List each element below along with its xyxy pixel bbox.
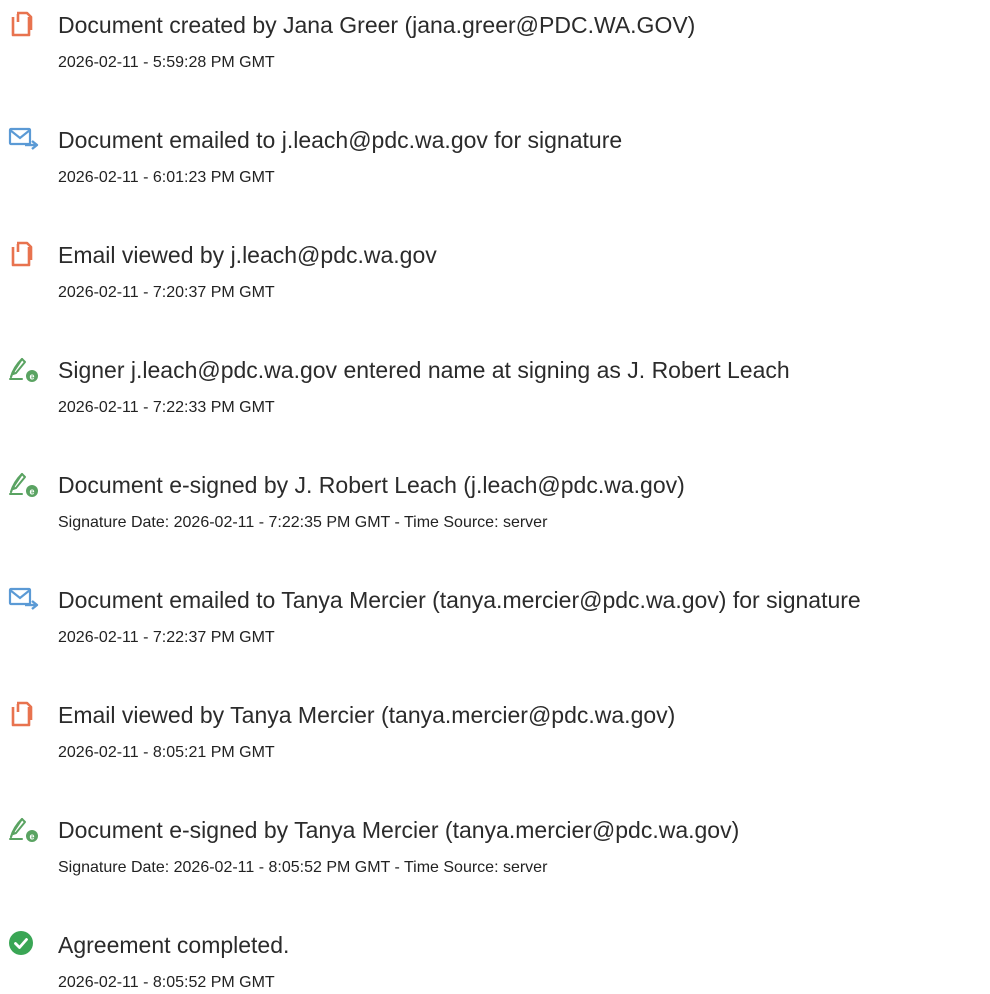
event-timestamp: 2026-02-11 - 6:01:23 PM GMT bbox=[58, 169, 275, 186]
event-timestamp: 2026-02-11 - 8:05:21 PM GMT bbox=[58, 744, 275, 761]
svg-text:e: e bbox=[29, 832, 34, 842]
event-signer-entered-name: e Signer j.leach@pdc.wa.gov entered name… bbox=[0, 355, 990, 435]
event-title: Document e-signed by J. Robert Leach (j.… bbox=[58, 472, 685, 498]
event-e-signed-leach: e Document e-signed by J. Robert Leach (… bbox=[0, 470, 990, 550]
event-timestamp: 2026-02-11 - 8:05:52 PM GMT bbox=[58, 974, 275, 991]
event-timestamp: 2026-02-11 - 5:59:28 PM GMT bbox=[58, 54, 275, 71]
event-signature-date: Signature Date: 2026-02-11 - 7:22:35 PM … bbox=[58, 514, 548, 531]
event-timestamp: 2026-02-11 - 7:22:37 PM GMT bbox=[58, 629, 275, 646]
event-e-signed-mercier: e Document e-signed by Tanya Mercier (ta… bbox=[0, 815, 990, 895]
document-icon bbox=[8, 700, 36, 728]
event-document-emailed: Document emailed to j.leach@pdc.wa.gov f… bbox=[0, 125, 990, 205]
signature-icon: e bbox=[8, 470, 38, 498]
check-circle-icon bbox=[8, 930, 36, 958]
event-title: Document emailed to j.leach@pdc.wa.gov f… bbox=[58, 127, 623, 153]
document-icon bbox=[8, 10, 36, 38]
event-title: Email viewed by j.leach@pdc.wa.gov bbox=[58, 242, 437, 268]
email-icon bbox=[8, 125, 39, 153]
event-title: Document emailed to Tanya Mercier (tanya… bbox=[58, 587, 861, 613]
event-document-created: Document created by Jana Greer (jana.gre… bbox=[0, 10, 990, 90]
svg-text:e: e bbox=[29, 487, 34, 497]
event-title: Email viewed by Tanya Mercier (tanya.mer… bbox=[58, 702, 676, 728]
event-timestamp: 2026-02-11 - 7:20:37 PM GMT bbox=[58, 284, 275, 301]
event-email-viewed-mercier: Email viewed by Tanya Mercier (tanya.mer… bbox=[0, 700, 990, 780]
signature-icon: e bbox=[8, 815, 38, 843]
email-icon bbox=[8, 585, 39, 613]
signature-icon: e bbox=[8, 355, 38, 383]
event-title: Agreement completed. bbox=[58, 932, 290, 958]
event-title: Signer j.leach@pdc.wa.gov entered name a… bbox=[58, 357, 790, 383]
document-icon bbox=[8, 240, 36, 268]
event-email-viewed: Email viewed by j.leach@pdc.wa.gov 2026-… bbox=[0, 240, 990, 320]
svg-text:e: e bbox=[29, 372, 34, 382]
event-document-emailed-mercier: Document emailed to Tanya Mercier (tanya… bbox=[0, 585, 990, 665]
event-signature-date: Signature Date: 2026-02-11 - 8:05:52 PM … bbox=[58, 859, 548, 876]
event-agreement-completed: Agreement completed. 2026-02-11 - 8:05:5… bbox=[0, 930, 990, 994]
event-timestamp: 2026-02-11 - 7:22:33 PM GMT bbox=[58, 399, 275, 416]
event-title: Document created by Jana Greer (jana.gre… bbox=[58, 12, 696, 38]
event-title: Document e-signed by Tanya Mercier (tany… bbox=[58, 817, 740, 843]
